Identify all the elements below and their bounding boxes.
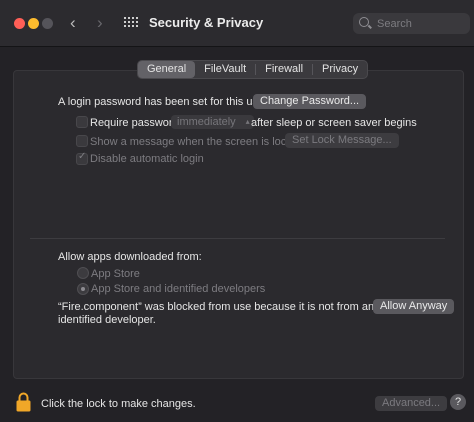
- change-password-button[interactable]: Change Password...: [253, 94, 367, 109]
- require-password-label: Require password: [90, 117, 179, 129]
- chevron-updown-icon: ▴: [245, 117, 250, 126]
- require-password-suffix: after sleep or screen saver begins: [251, 117, 417, 129]
- identified-developers-label: App Store and identified developers: [91, 283, 266, 295]
- require-password-value: immediately: [177, 116, 236, 128]
- search-input[interactable]: [375, 15, 469, 33]
- show-all-grid-icon[interactable]: [124, 17, 138, 30]
- require-password-dropdown[interactable]: immediately ▴: [171, 115, 254, 129]
- close-window-button[interactable]: [14, 18, 25, 29]
- identified-developers-radio[interactable]: [77, 283, 89, 295]
- set-lock-message-button[interactable]: Set Lock Message...: [285, 133, 399, 148]
- allow-apps-heading: Allow apps downloaded from:: [58, 251, 202, 263]
- tab-general[interactable]: General: [138, 61, 196, 78]
- section-divider: [30, 238, 445, 239]
- tab-privacy[interactable]: Privacy: [313, 61, 367, 78]
- advanced-button[interactable]: Advanced...: [375, 396, 448, 411]
- back-arrow-icon[interactable]: ‹: [70, 13, 76, 33]
- app-store-radio[interactable]: [77, 267, 89, 279]
- disable-autologin-label: Disable automatic login: [90, 153, 204, 165]
- tab-firewall[interactable]: Firewall: [256, 61, 312, 78]
- blocked-message-line1: “Fire.component” was blocked from use be…: [58, 301, 375, 313]
- help-icon[interactable]: ?: [450, 394, 466, 410]
- forward-arrow-icon[interactable]: ›: [97, 13, 103, 33]
- show-message-label: Show a message when the screen is locked: [90, 136, 305, 148]
- blocked-message-line2: identified developer.: [58, 314, 156, 326]
- require-password-checkbox[interactable]: [76, 116, 88, 128]
- minimize-window-button[interactable]: [28, 18, 39, 29]
- lock-icon[interactable]: [16, 392, 31, 412]
- window-title: Security & Privacy: [149, 15, 264, 30]
- disable-autologin-checkbox[interactable]: ✓: [76, 151, 88, 165]
- search-icon: [359, 17, 369, 27]
- allow-anyway-button[interactable]: Allow Anyway: [373, 299, 455, 314]
- tab-filevault[interactable]: FileVault: [195, 61, 255, 78]
- checkmark-icon: ✓: [78, 151, 87, 162]
- app-store-label: App Store: [91, 268, 140, 280]
- show-message-checkbox[interactable]: [76, 135, 88, 147]
- search-field[interactable]: [353, 13, 470, 34]
- zoom-window-button[interactable]: [42, 18, 53, 29]
- lock-instruction-text: Click the lock to make changes.: [41, 398, 196, 410]
- tab-bar: General FileVault Firewall Privacy: [137, 60, 369, 79]
- login-password-text: A login password has been set for this u…: [58, 96, 268, 108]
